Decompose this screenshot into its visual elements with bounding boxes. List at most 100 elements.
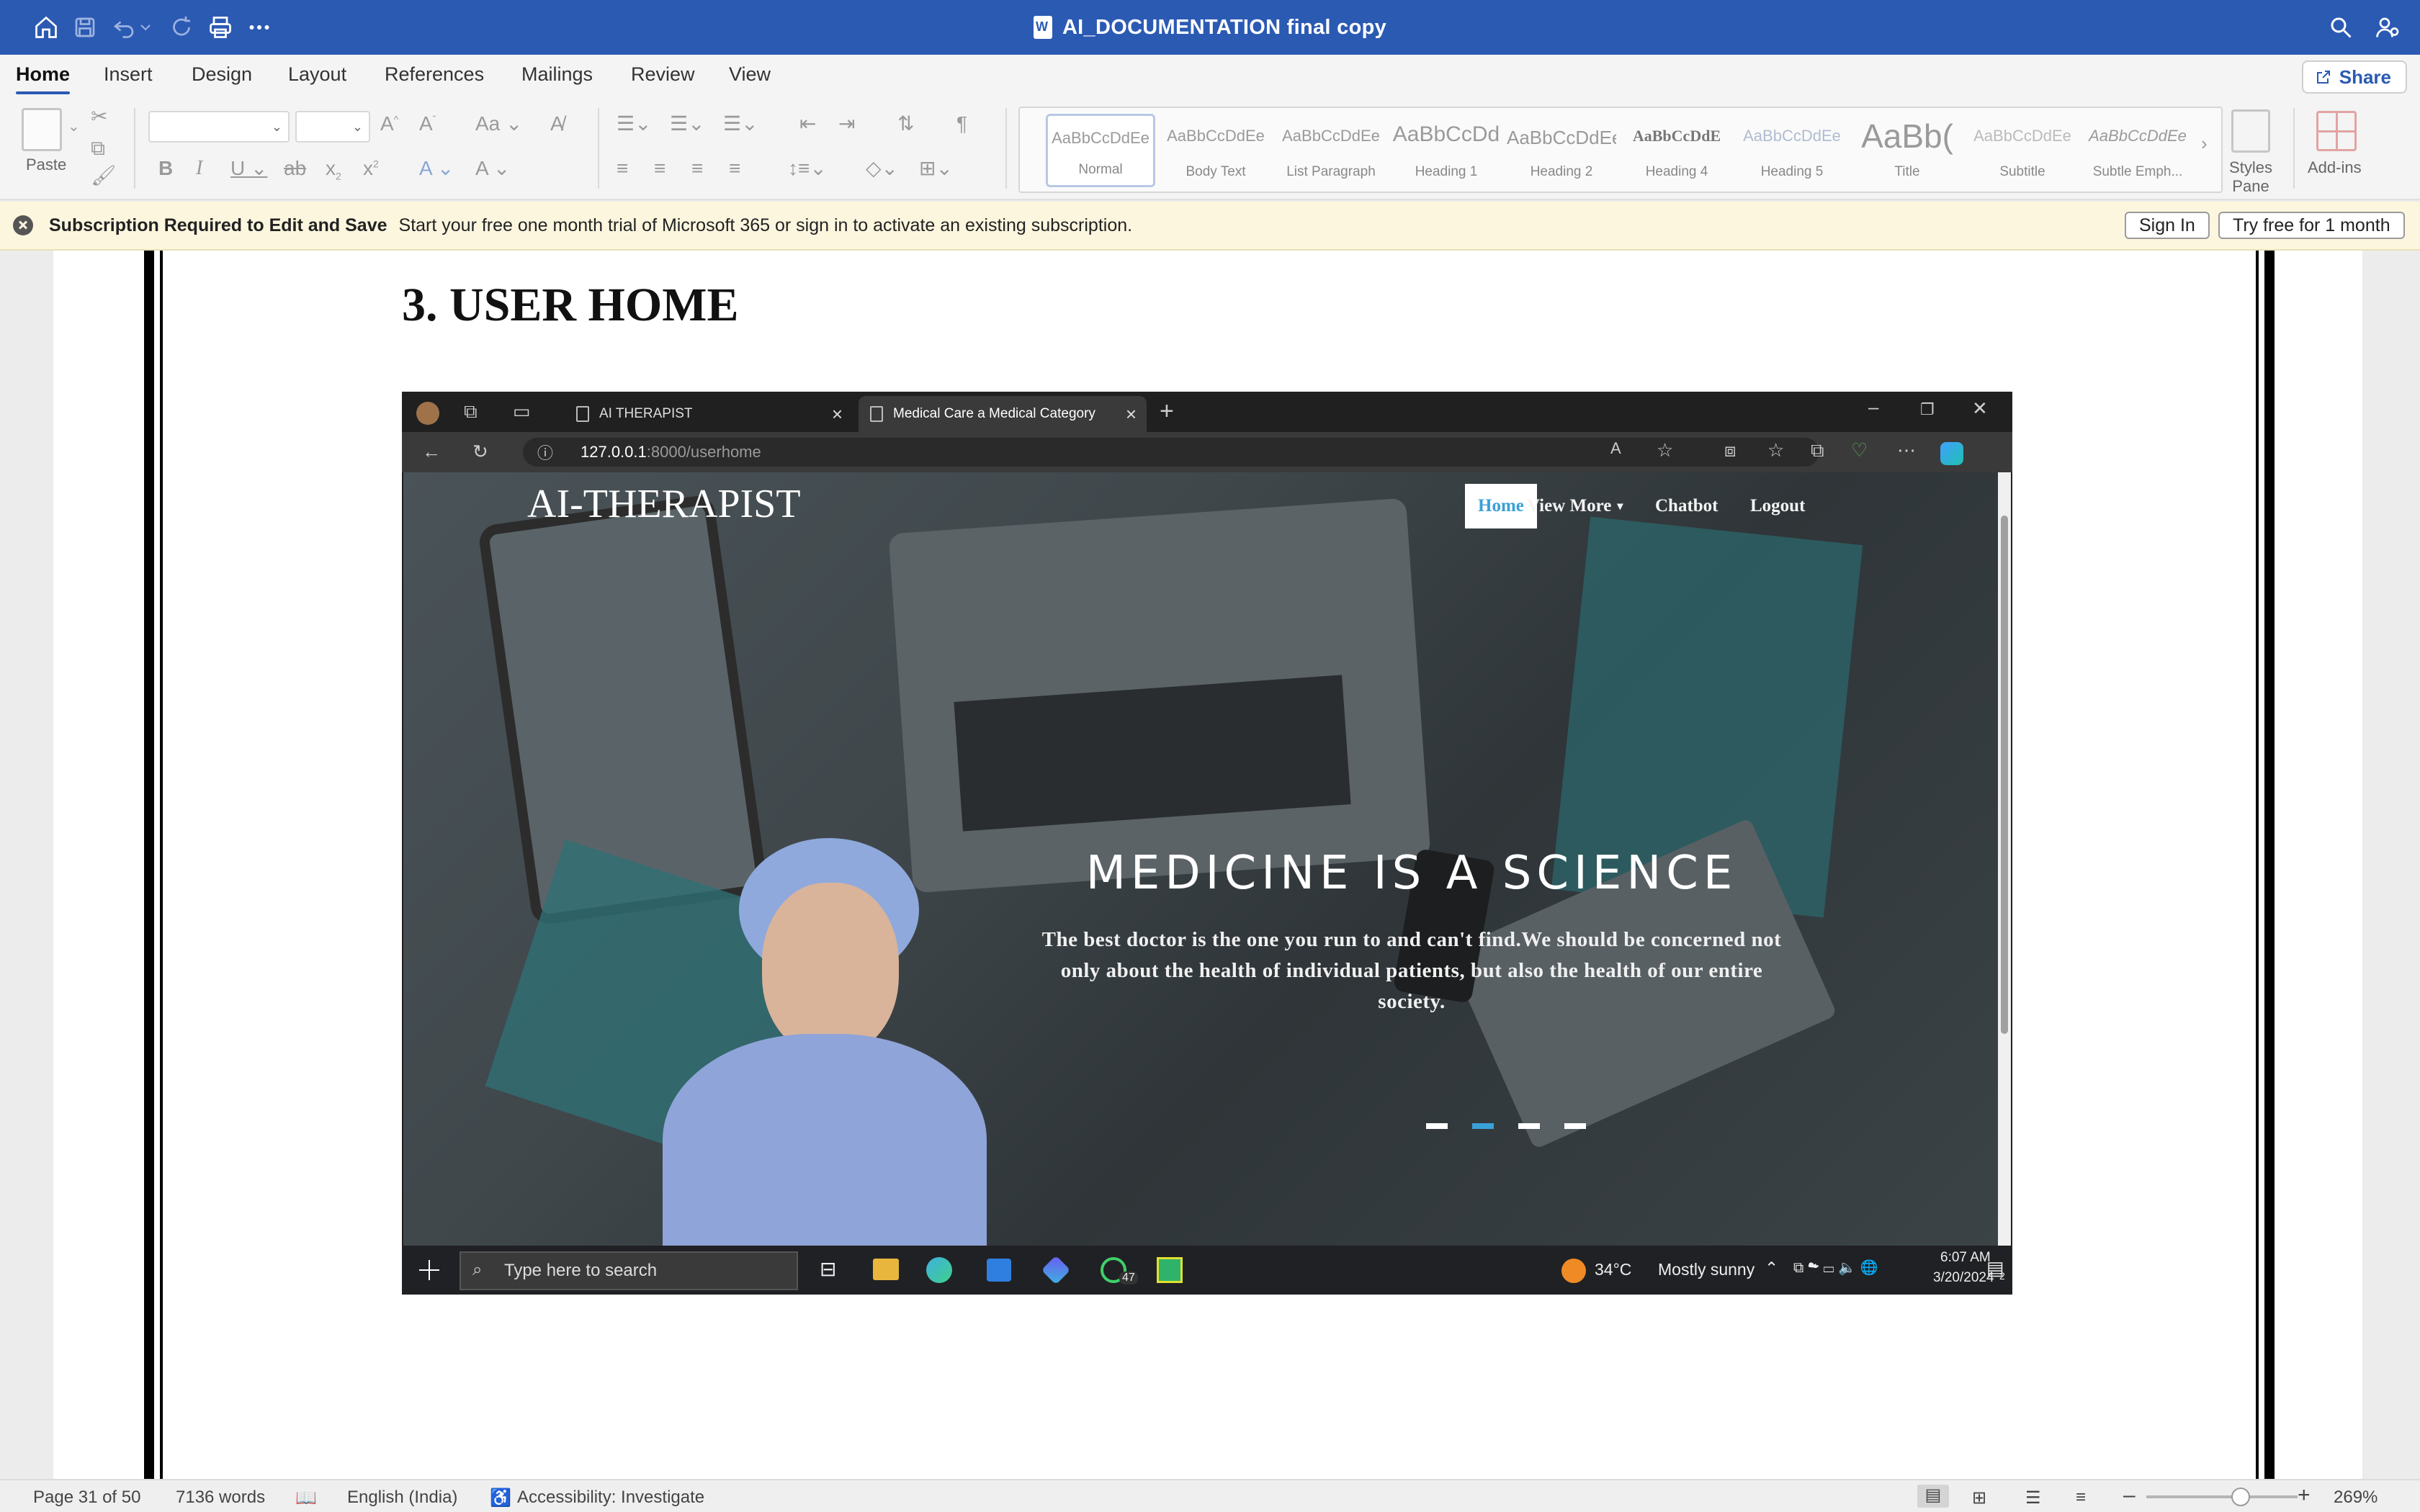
site-info-icon: ⓘ [537, 444, 554, 462]
accessibility-icon[interactable]: ♿ [490, 1488, 511, 1508]
share-icon [2316, 71, 2330, 84]
style-list-paragraph[interactable]: AaBbCcDdEe List Paragraph [1276, 114, 1386, 187]
style-subtitle[interactable]: AaBbCcDdEe Subtitle [1968, 114, 2077, 187]
bold-icon[interactable]: B [158, 158, 173, 179]
font-color-icon[interactable]: A ⌄ [475, 158, 510, 179]
tab-insert[interactable]: Insert [104, 63, 153, 86]
print-layout-icon[interactable]: ▤ [1917, 1485, 1949, 1508]
line-spacing-icon[interactable]: ↕≡⌄ [788, 158, 827, 179]
styles-pane-label[interactable]: Styles Pane [2226, 158, 2276, 196]
show-formatting-icon[interactable]: ¶ [956, 114, 967, 134]
carousel-dot-active [1472, 1123, 1494, 1129]
url-host: 127.0.0.1 [581, 443, 647, 461]
favorites-icon: ☆ [1767, 439, 1785, 461]
styles-pane-icon[interactable] [2231, 109, 2270, 153]
tab-review[interactable]: Review [631, 63, 695, 86]
bullets-icon[interactable]: ☰⌄ [617, 114, 652, 134]
change-case-icon[interactable]: Aa ⌄ [475, 114, 523, 134]
try-free-button[interactable]: Try free for 1 month [2218, 212, 2405, 239]
tab-view[interactable]: View [729, 63, 771, 86]
decrease-indent-icon[interactable]: ⇤ [799, 114, 816, 134]
copy-icon[interactable]: ⧉ [91, 138, 105, 158]
tab-design[interactable]: Design [192, 63, 252, 86]
borders-icon[interactable]: ⊞⌄ [919, 158, 953, 179]
section-heading[interactable]: 3. USER HOME [402, 278, 739, 333]
dismiss-banner-icon[interactable] [13, 215, 33, 235]
clear-formatting-icon[interactable]: A̸ [550, 114, 564, 134]
multilevel-list-icon[interactable]: ☰⌄ [723, 114, 758, 134]
grow-font-icon[interactable]: A^ [380, 114, 398, 134]
strikethrough-icon[interactable]: ab [284, 158, 306, 179]
browser-tab-bar: ⧉ ▭ AI THERAPIST × Medical Care a Medica… [402, 392, 2012, 432]
account-icon[interactable] [2370, 10, 2404, 45]
zoom-slider-handle[interactable] [2231, 1488, 2250, 1506]
read-aloud-icon: A [1610, 439, 1621, 457]
style-title[interactable]: AaBb(Title [1852, 114, 1962, 187]
search-icon[interactable] [2323, 10, 2358, 45]
page-icon [576, 406, 589, 422]
increase-indent-icon[interactable]: ⇥ [838, 114, 855, 134]
add-ins-icon[interactable] [2316, 111, 2357, 151]
cut-icon[interactable]: ✂ [91, 107, 107, 127]
align-right-icon[interactable]: ≡ [691, 158, 703, 179]
font-name-combo[interactable]: ⌄ [148, 111, 290, 143]
browser-tab: AI THERAPIST × [565, 396, 853, 432]
text-effects-icon[interactable]: A ⌄ [419, 158, 454, 179]
page-icon [870, 406, 883, 422]
tab-home[interactable]: Home [16, 63, 71, 94]
style-heading-2[interactable]: AaBbCcDdEe Heading 2 [1507, 114, 1616, 187]
align-center-icon[interactable]: ≡ [654, 158, 666, 179]
url-path: :8000/userhome [646, 443, 761, 461]
style-heading-1[interactable]: AaBbCcDd Heading 1 [1392, 114, 1501, 187]
word-count[interactable]: 7136 words [176, 1488, 265, 1508]
tab-layout[interactable]: Layout [288, 63, 346, 86]
tray-icons: ⧉ ☁ ▭ 🔈 🌐 [1793, 1260, 1878, 1276]
styles-more-chevron-icon[interactable]: › [2201, 134, 2208, 153]
subscription-banner: Subscription Required to Edit and Save S… [0, 202, 2420, 251]
style-normal[interactable]: AaBbCcDdEe Normal [1046, 114, 1155, 187]
proofing-icon[interactable]: 📖 [295, 1488, 317, 1508]
font-size-combo[interactable]: ⌄ [295, 111, 370, 143]
outline-view-icon[interactable]: ☰ [2025, 1488, 2041, 1508]
zoom-out-icon[interactable]: – [2123, 1483, 2136, 1508]
paste-icon[interactable] [22, 108, 62, 151]
language[interactable]: English (India) [347, 1488, 457, 1508]
browser-essentials-icon: ♡ [1851, 439, 1868, 461]
embedded-screenshot[interactable]: ⧉ ▭ AI THERAPIST × Medical Care a Medica… [402, 392, 2012, 1295]
profile-avatar [416, 402, 439, 425]
website-hero: AI-THERAPIST Home View More ▾ Chatbot Log… [403, 472, 1998, 1246]
superscript-icon[interactable]: x2 [363, 158, 379, 179]
italic-icon[interactable]: I [196, 158, 202, 179]
document-canvas[interactable]: 3. USER HOME ⧉ ▭ AI THERAPIST × Medical … [0, 251, 2420, 1479]
windows-start-icon [419, 1260, 439, 1280]
accessibility-status[interactable]: Accessibility: Investigate [517, 1488, 704, 1508]
draft-view-icon[interactable]: ≡ [2076, 1488, 2086, 1508]
sign-in-button[interactable]: Sign In [2125, 212, 2210, 239]
close-window-icon: ✕ [1972, 397, 1988, 419]
align-left-icon[interactable]: ≡ [617, 158, 628, 179]
paste-dropdown-icon[interactable]: ⌄ [68, 120, 80, 134]
sort-icon[interactable]: ⇅ [897, 114, 914, 134]
numbering-icon[interactable]: ☰⌄ [670, 114, 705, 134]
zoom-level[interactable]: 269% [2334, 1488, 2378, 1508]
tab-references[interactable]: References [385, 63, 484, 86]
format-painter-icon[interactable]: 🖌 [91, 166, 117, 186]
zoom-in-icon[interactable]: + [2298, 1483, 2311, 1508]
style-heading-5[interactable]: AaBbCcDdEe Heading 5 [1737, 114, 1847, 187]
style-heading-4[interactable]: AaBbCcDdE Heading 4 [1622, 114, 1731, 187]
shading-icon[interactable]: ◇⌄ [866, 158, 898, 179]
web-layout-icon[interactable]: ⊞ [1972, 1488, 1986, 1508]
style-body-text[interactable]: AaBbCcDdEe Body Text [1161, 114, 1270, 187]
justify-icon[interactable]: ≡ [729, 158, 740, 179]
shrink-font-icon[interactable]: Aˇ [419, 114, 436, 134]
underline-icon[interactable]: U ⌄ [230, 158, 267, 179]
add-ins-label[interactable]: Add-ins [2308, 158, 2362, 177]
tab-mailings[interactable]: Mailings [521, 63, 593, 86]
style-subtle-emphasis[interactable]: AaBbCcDdEe Subtle Emph... [2083, 114, 2192, 187]
zoom-slider[interactable] [2146, 1495, 2298, 1498]
page-border-left [144, 251, 154, 1479]
document-page[interactable]: 3. USER HOME ⧉ ▭ AI THERAPIST × Medical … [53, 251, 2362, 1479]
subscript-icon[interactable]: x2 [326, 158, 341, 181]
page-count[interactable]: Page 31 of 50 [33, 1488, 140, 1508]
share-button[interactable]: Share [2301, 60, 2407, 94]
